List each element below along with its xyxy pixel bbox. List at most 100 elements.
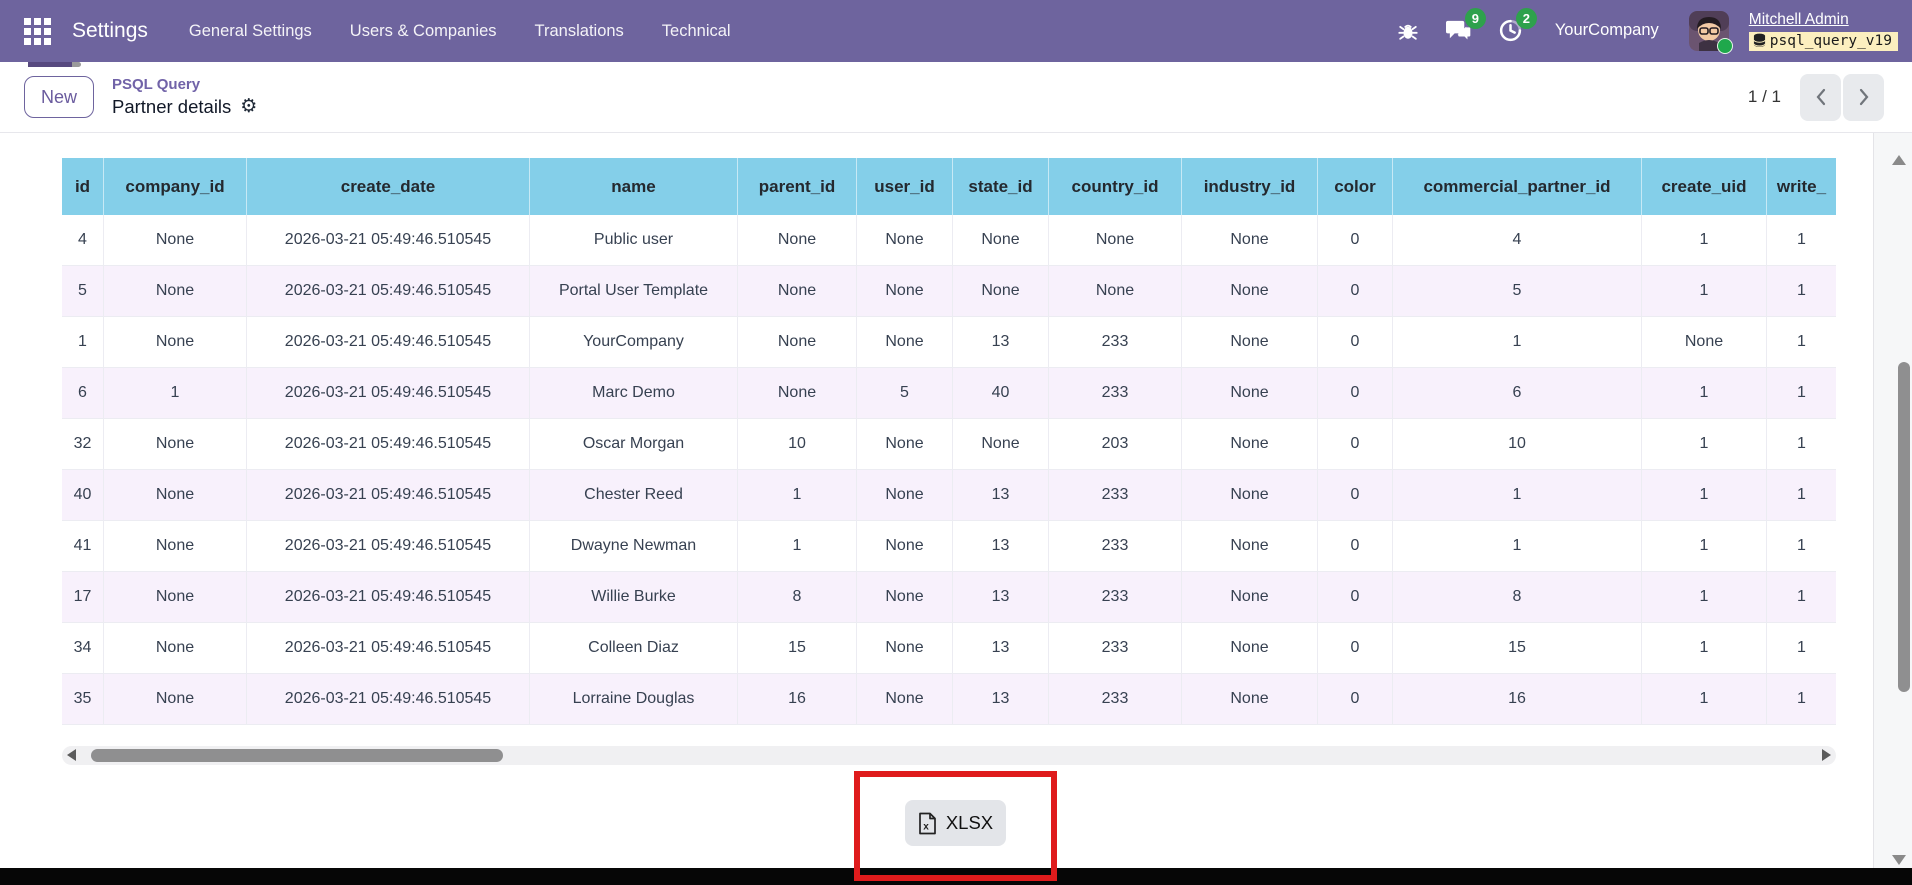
cell: 1 [1393, 317, 1642, 367]
nav-menu-item-technical[interactable]: Technical [643, 22, 750, 41]
user-avatar[interactable] [1688, 10, 1733, 54]
cell: 8 [738, 572, 857, 622]
apps-menu-button[interactable] [14, 8, 60, 54]
cell: 1 [1642, 266, 1767, 316]
cell: None [857, 266, 953, 316]
pager-previous-button[interactable] [1800, 73, 1841, 121]
xlsx-export-button[interactable]: x XLSX [905, 800, 1006, 846]
cell: Willie Burke [530, 572, 738, 622]
cell: 2026-03-21 05:49:46.510545 [247, 521, 530, 571]
cell: 17 [62, 572, 104, 622]
column-header-industry_id: industry_id [1182, 158, 1318, 215]
cell: 13 [953, 572, 1049, 622]
pager-value[interactable]: 1 / 1 [1748, 87, 1781, 107]
cell: 233 [1049, 368, 1182, 418]
table-row: 6 1 2026-03-21 05:49:46.510545 Marc Demo Non… [62, 368, 1836, 419]
cell: 13 [953, 521, 1049, 571]
cell: None [1182, 470, 1318, 520]
user-menu[interactable]: Mitchell Admin psql_query_v19 [1748, 11, 1898, 52]
scroll-left-arrow-icon[interactable] [67, 749, 76, 761]
chevron-left-icon [1816, 88, 1825, 106]
cell: None [738, 215, 857, 265]
nav-menu-item-users-companies[interactable]: Users & Companies [331, 22, 516, 41]
nav-menu-item-translations[interactable]: Translations [516, 22, 643, 41]
horizontal-scrollbar-thumb[interactable] [91, 749, 503, 762]
cell: 0 [1318, 215, 1393, 265]
column-header-user_id: user_id [857, 158, 953, 215]
cell: 0 [1318, 368, 1393, 418]
chevron-right-icon [1859, 88, 1868, 106]
cell: 233 [1049, 521, 1182, 571]
cell: 2026-03-21 05:49:46.510545 [247, 266, 530, 316]
gear-icon[interactable]: ⚙ [240, 97, 257, 116]
cell: YourCompany [530, 317, 738, 367]
activities-button[interactable]: 2 [1490, 8, 1537, 49]
cell: None [1182, 215, 1318, 265]
vertical-scrollbar-thumb[interactable] [1898, 362, 1910, 692]
cell: 1 [1642, 623, 1767, 673]
cell: 32 [62, 419, 104, 469]
cell: 4 [62, 215, 104, 265]
cell: None [1182, 623, 1318, 673]
current-app-name[interactable]: Settings [72, 19, 148, 43]
table-row: 5 None 2026-03-21 05:49:46.510545 Portal Us… [62, 266, 1836, 317]
cell: 6 [1393, 368, 1642, 418]
cell: 1 [1797, 588, 1806, 605]
cell: 233 [1049, 470, 1182, 520]
cell: None [953, 419, 1049, 469]
company-switcher[interactable]: YourCompany [1541, 21, 1673, 40]
cell: None [1182, 317, 1318, 367]
table-row: 4 None 2026-03-21 05:49:46.510545 Public us… [62, 215, 1836, 266]
pager-next-button[interactable] [1843, 73, 1884, 121]
column-header-create_uid: create_uid [1642, 158, 1767, 215]
cell: None [104, 470, 247, 520]
cell: Colleen Diaz [530, 623, 738, 673]
cell: 0 [1318, 317, 1393, 367]
cell: 13 [953, 470, 1049, 520]
cell: Oscar Morgan [530, 419, 738, 469]
cell: None [104, 317, 247, 367]
cell: 2026-03-21 05:49:46.510545 [247, 317, 530, 367]
navbar-systray: 9 2 YourCompany Mitchell Admin psql_quer… [1389, 8, 1898, 54]
scroll-right-arrow-icon[interactable] [1822, 749, 1831, 761]
cell: 16 [738, 674, 857, 724]
debug-button[interactable] [1389, 14, 1427, 48]
new-button[interactable]: New [24, 76, 94, 118]
cell: 1 [1642, 368, 1767, 418]
table-row: 40 None 2026-03-21 05:49:46.510545 Chester … [62, 470, 1836, 521]
table-header-row: id company_id create_date name parent_id user… [62, 158, 1836, 215]
cell: None [857, 521, 953, 571]
cell: None [1182, 521, 1318, 571]
database-badge: psql_query_v19 [1748, 31, 1898, 52]
column-header-id: id [62, 158, 104, 215]
breadcrumb-parent-link[interactable]: PSQL Query [112, 76, 257, 95]
cell: None [953, 266, 1049, 316]
database-icon [1753, 34, 1766, 48]
cell: 1 [1797, 690, 1806, 707]
messages-button[interactable]: 9 [1437, 8, 1486, 49]
horizontal-scrollbar[interactable] [62, 746, 1836, 765]
page-title: Partner details [112, 95, 232, 117]
cell: 2026-03-21 05:49:46.510545 [247, 623, 530, 673]
cell: 1 [1642, 470, 1767, 520]
nav-menu-item-general-settings[interactable]: General Settings [170, 22, 331, 41]
cell: 15 [1393, 623, 1642, 673]
column-header-color: color [1318, 158, 1393, 215]
cell: 5 [1393, 266, 1642, 316]
excel-file-icon: x [918, 812, 936, 834]
cell: 2026-03-21 05:49:46.510545 [247, 419, 530, 469]
scroll-up-arrow-icon[interactable] [1892, 155, 1906, 165]
vertical-scrollbar[interactable] [1873, 133, 1912, 885]
column-header-parent_id: parent_id [738, 158, 857, 215]
cell: 2026-03-21 05:49:46.510545 [247, 470, 530, 520]
control-panel: New PSQL Query Partner details ⚙ 1 / 1 [0, 62, 1912, 133]
cell: 8 [1393, 572, 1642, 622]
column-header-state_id: state_id [953, 158, 1049, 215]
svg-text:x: x [923, 821, 929, 832]
cell: None [857, 470, 953, 520]
cell: None [857, 623, 953, 673]
cell: 1 [1797, 282, 1806, 299]
navbar-active-indicator [28, 62, 72, 67]
scroll-down-arrow-icon[interactable] [1892, 855, 1906, 865]
cell: 1 [738, 521, 857, 571]
